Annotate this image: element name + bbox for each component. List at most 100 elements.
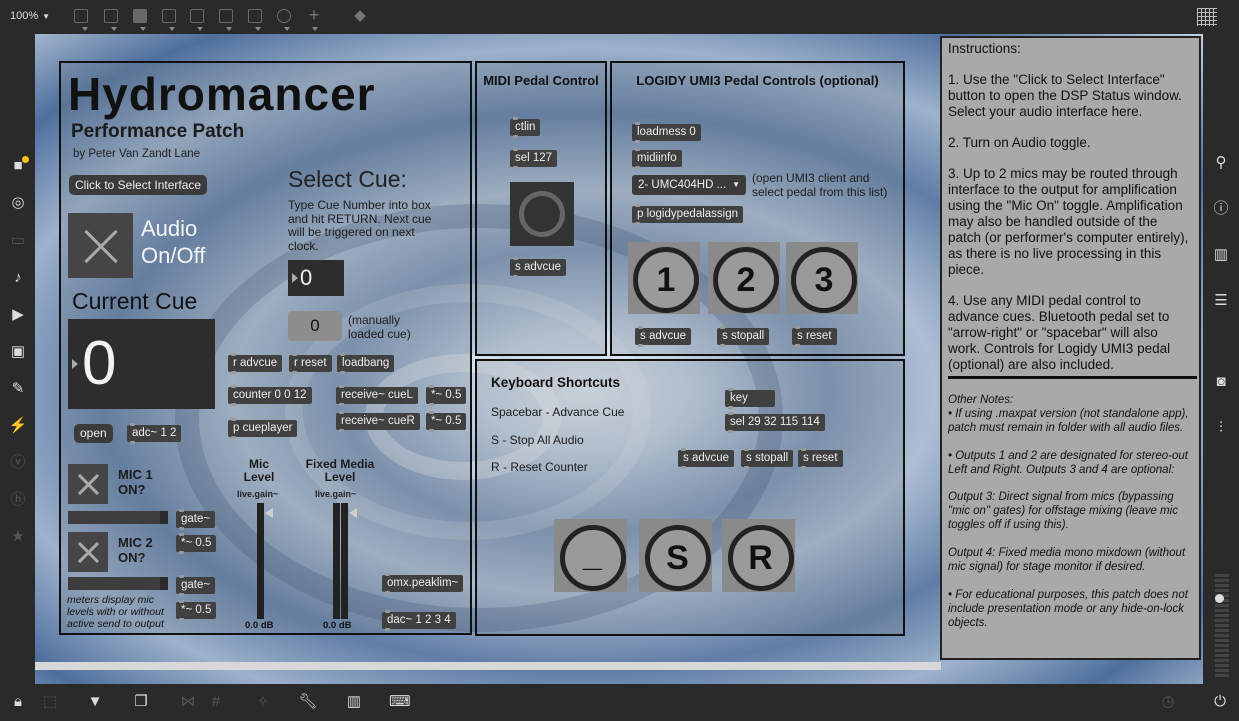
presentation-icon[interactable]: ▼ <box>85 693 105 711</box>
adc-object[interactable]: adc~ 1 2 <box>127 423 182 444</box>
zoom-menu[interactable]: 100% ▼ <box>10 10 50 22</box>
counter-object[interactable]: counter 0 0 12 <box>228 385 312 406</box>
p-cueplayer-object[interactable]: p cueplayer <box>228 418 298 439</box>
gate-object-2[interactable]: gate~ <box>176 575 216 596</box>
windows-icon[interactable]: ❐ <box>131 693 151 711</box>
piano-icon[interactable]: ▥ <box>344 693 364 711</box>
slider-icon[interactable] <box>248 9 262 23</box>
power-icon[interactable]: ⏻ <box>1210 693 1230 711</box>
s-key-button[interactable]: S <box>639 519 712 592</box>
h-icon[interactable]: ⓗ <box>8 491 28 509</box>
mult-object-4[interactable]: *~ 0.5 <box>176 600 217 621</box>
midiinfo-object[interactable]: midiinfo <box>632 148 682 169</box>
pedal-2-button[interactable]: 2 <box>708 242 780 314</box>
clock-play-icon[interactable]: ◷ <box>1158 693 1178 711</box>
s-reset-key-object[interactable]: s reset <box>798 448 843 469</box>
mic1-toggle[interactable] <box>68 464 108 504</box>
dial-icon[interactable] <box>277 9 291 23</box>
star-icon[interactable]: ★ <box>8 528 28 546</box>
list-icon[interactable]: ☰ <box>1211 292 1231 310</box>
sel-127-object[interactable]: sel 127 <box>510 148 558 169</box>
pedal-3-label: 3 <box>791 247 857 313</box>
midi-device-menu[interactable]: 2- UMC404HD ... ▼ <box>632 175 746 195</box>
mic2-label: MIC 2 ON? <box>118 535 153 565</box>
pedal-1-button[interactable]: 1 <box>628 242 700 314</box>
dac-object[interactable]: dac~ 1 2 3 4 <box>382 610 456 631</box>
grid-view-icon[interactable] <box>1197 8 1217 26</box>
r-key-button[interactable]: R <box>722 519 795 592</box>
edit-icon[interactable]: ⬚ <box>40 693 60 711</box>
app-title: Hydromancer <box>68 68 376 120</box>
s-stopall-logidy-object[interactable]: s stopall <box>717 326 770 347</box>
manual-cue-box[interactable]: 0 <box>288 311 342 341</box>
loadmess-object[interactable]: loadmess 0 <box>632 122 701 143</box>
audio-toggle[interactable] <box>68 213 133 278</box>
volume-knob[interactable] <box>1215 594 1224 603</box>
sliders-icon[interactable]: ⫶ <box>1211 419 1231 437</box>
keyboard-title: Keyboard Shortcuts <box>491 375 621 390</box>
lock-icon[interactable]: 🔒︎ <box>8 693 28 711</box>
s-advcue-key-object[interactable]: s advcue <box>678 448 735 469</box>
r-advcue-object[interactable]: r advcue <box>228 353 283 374</box>
receive-cueL-object[interactable]: receive~ cueL <box>336 385 418 406</box>
paperclip-icon[interactable]: ✎ <box>8 380 28 398</box>
r-reset-object[interactable]: r reset <box>289 353 332 374</box>
camera-icon[interactable]: ◙ <box>1211 373 1231 391</box>
open-button[interactable]: open <box>74 424 113 443</box>
s-advcue-logidy-object[interactable]: s advcue <box>635 326 692 347</box>
button-x-icon[interactable] <box>162 9 176 23</box>
current-cue-display: 0 <box>68 319 215 409</box>
s-stopall-key-object[interactable]: s stopall <box>741 448 794 469</box>
mic-gain-value: 0.0 dB <box>245 620 274 631</box>
loadbang-object[interactable]: loadbang <box>337 353 395 374</box>
fixed-gain-slider-right[interactable] <box>341 503 357 619</box>
v-icon[interactable]: ⓥ <box>8 454 28 472</box>
panel-icon[interactable] <box>219 9 233 23</box>
message-icon[interactable] <box>133 9 147 23</box>
ctlin-object[interactable]: ctlin <box>510 117 541 138</box>
comment-icon[interactable] <box>104 9 118 23</box>
search-icon[interactable]: ⚲ <box>1211 154 1231 172</box>
fixed-gain-slider-left[interactable] <box>333 503 340 619</box>
s-advcue-midi-object[interactable]: s advcue <box>510 257 567 278</box>
sel-keys-object[interactable]: sel 29 32 115 114 <box>725 412 825 433</box>
shortcut-s: S - Stop All Audio <box>491 433 584 447</box>
omx-peaklim-object[interactable]: omx.peaklim~ <box>382 573 464 594</box>
mult-object-3[interactable]: *~ 0.5 <box>176 533 217 554</box>
keyboard-icon[interactable]: ⌨ <box>389 693 411 711</box>
key-object[interactable]: key <box>725 388 775 409</box>
target-icon[interactable]: ◎ <box>8 194 28 212</box>
image-icon[interactable]: ▣ <box>8 343 28 361</box>
s-reset-logidy-object[interactable]: s reset <box>792 326 837 347</box>
audio-label: Audio On/Off <box>141 216 206 268</box>
mic-gain-slider[interactable] <box>257 503 273 619</box>
wand-icon[interactable]: ✧ <box>253 693 273 711</box>
patch-cords-icon[interactable]: ⋈ <box>178 693 198 711</box>
book-icon[interactable]: ▥ <box>1211 246 1231 264</box>
mult-object-1[interactable]: *~ 0.5 <box>426 385 467 406</box>
author-credit: by Peter Van Zandt Lane <box>73 148 201 160</box>
paint-bucket-icon[interactable]: ◆ <box>350 7 370 25</box>
music-note-icon[interactable]: ♪ <box>8 269 28 287</box>
gate-object-1[interactable]: gate~ <box>176 509 216 530</box>
grid-icon[interactable]: # <box>206 693 226 711</box>
step-play-icon[interactable]: ▶ <box>8 306 28 324</box>
receive-cueR-object[interactable]: receive~ cueR <box>336 411 420 432</box>
select-interface-button[interactable]: Click to Select Interface <box>69 175 208 195</box>
patch-canvas: Hydromancer Performance Patch by Peter V… <box>35 34 1203 684</box>
mult-object-2[interactable]: *~ 0.5 <box>426 411 467 432</box>
pedal-3-button[interactable]: 3 <box>786 242 858 314</box>
midi-bang-button[interactable] <box>510 182 574 246</box>
ruler-icon[interactable]: ▭ <box>8 232 28 250</box>
info-icon[interactable]: ⓘ <box>1211 200 1231 218</box>
presentation-icon[interactable] <box>74 9 88 23</box>
mic2-toggle[interactable] <box>68 532 108 572</box>
shortcut-r: R - Reset Counter <box>491 460 588 474</box>
wrench-icon[interactable]: 🔧︎ <box>298 693 318 711</box>
plug-icon[interactable]: ⚡ <box>8 417 28 435</box>
plus-icon[interactable]: + <box>304 6 324 24</box>
logidy-assign-object[interactable]: p logidypedalassign <box>632 204 744 225</box>
space-key-button[interactable]: _ <box>554 519 627 592</box>
toggle-icon[interactable] <box>190 9 204 23</box>
select-cue-input[interactable]: 0 <box>288 260 344 296</box>
